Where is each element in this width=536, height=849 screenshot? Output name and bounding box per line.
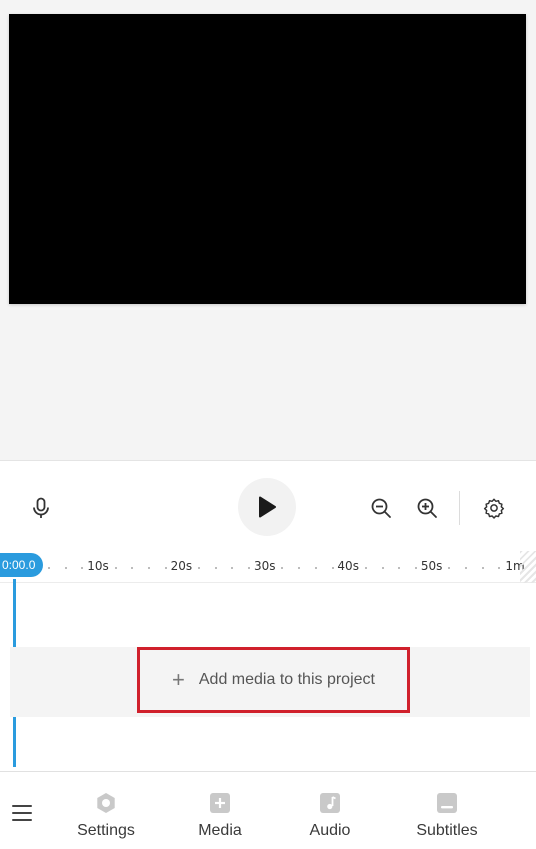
ruler-end-hatch xyxy=(520,551,536,583)
ruler-dot xyxy=(331,567,334,569)
ruler-dot xyxy=(448,567,451,569)
add-media-label: Add media to this project xyxy=(198,671,375,688)
tab-subtitles[interactable]: Subtitles xyxy=(392,792,502,848)
ruler-dot xyxy=(364,567,367,569)
ruler-dot xyxy=(248,567,251,569)
tab-media[interactable]: Media xyxy=(165,792,275,848)
ruler-dot xyxy=(64,567,67,569)
menu-line xyxy=(12,812,32,814)
ruler-tick-label: 20s xyxy=(170,559,193,573)
ruler-tick-label: 50s xyxy=(420,559,443,573)
ruler-dot xyxy=(498,567,501,569)
bottom-nav: Settings Media Audio Subtitles xyxy=(0,771,536,849)
ruler-dot xyxy=(198,567,201,569)
ruler-tick-label: 30s xyxy=(254,559,276,573)
music-note-icon xyxy=(319,792,341,814)
zoom-out-button[interactable] xyxy=(366,493,396,523)
play-icon xyxy=(259,496,276,518)
ruler-dot xyxy=(131,567,134,569)
ruler-dot xyxy=(381,567,384,569)
menu-line xyxy=(12,819,32,821)
ruler-dot xyxy=(48,567,50,569)
tab-settings-label: Settings xyxy=(77,822,135,839)
record-voice-button[interactable] xyxy=(26,493,56,523)
ruler-tick-label: 10s xyxy=(87,559,109,573)
editor-panel: 0:00.0 10s 20s 30s 40s 50s 1m + Add media to … xyxy=(0,460,536,771)
gear-icon xyxy=(483,498,505,519)
add-media-button[interactable]: + Add media to this project xyxy=(137,647,410,713)
timeline-ruler[interactable]: 0:00.0 10s 20s 30s 40s 50s 1m xyxy=(0,551,536,583)
ruler-dot xyxy=(298,567,301,569)
plus-icon: + xyxy=(172,667,185,692)
ruler-dot xyxy=(414,567,417,569)
playhead-time-badge[interactable]: 0:00.0 xyxy=(0,553,44,577)
tab-audio-label: Audio xyxy=(309,822,351,839)
ruler-dot xyxy=(81,567,84,569)
subtitles-icon xyxy=(436,792,458,814)
video-preview xyxy=(9,14,526,304)
ruler-dot xyxy=(231,567,234,569)
zoom-in-icon xyxy=(417,498,437,518)
tab-subtitles-label: Subtitles xyxy=(416,822,478,839)
hamburger-menu-button[interactable] xyxy=(10,802,34,824)
ruler-dot xyxy=(114,567,117,569)
ruler-dot xyxy=(281,567,284,569)
ruler-dot xyxy=(464,567,467,569)
zoom-out-icon xyxy=(371,498,391,518)
media-plus-icon xyxy=(209,792,231,814)
ruler-dot xyxy=(214,567,217,569)
tab-settings[interactable]: Settings xyxy=(51,792,161,848)
timeline-settings-button[interactable] xyxy=(479,493,509,523)
ruler-dot xyxy=(314,567,317,569)
controls-divider xyxy=(459,491,460,525)
ruler-dot xyxy=(164,567,167,569)
ruler-dot xyxy=(398,567,401,569)
zoom-in-button[interactable] xyxy=(412,493,442,523)
settings-hexagon-icon xyxy=(95,792,117,814)
tab-media-label: Media xyxy=(198,822,242,839)
microphone-icon xyxy=(33,497,49,518)
media-track: + Add media to this project xyxy=(10,647,530,717)
tab-audio[interactable]: Audio xyxy=(275,792,385,848)
ruler-dot xyxy=(148,567,151,569)
ruler-dot xyxy=(481,567,484,569)
menu-line xyxy=(12,805,32,807)
preview-stage xyxy=(0,0,536,460)
play-button[interactable] xyxy=(238,478,296,536)
ruler-tick-label: 40s xyxy=(337,559,359,573)
